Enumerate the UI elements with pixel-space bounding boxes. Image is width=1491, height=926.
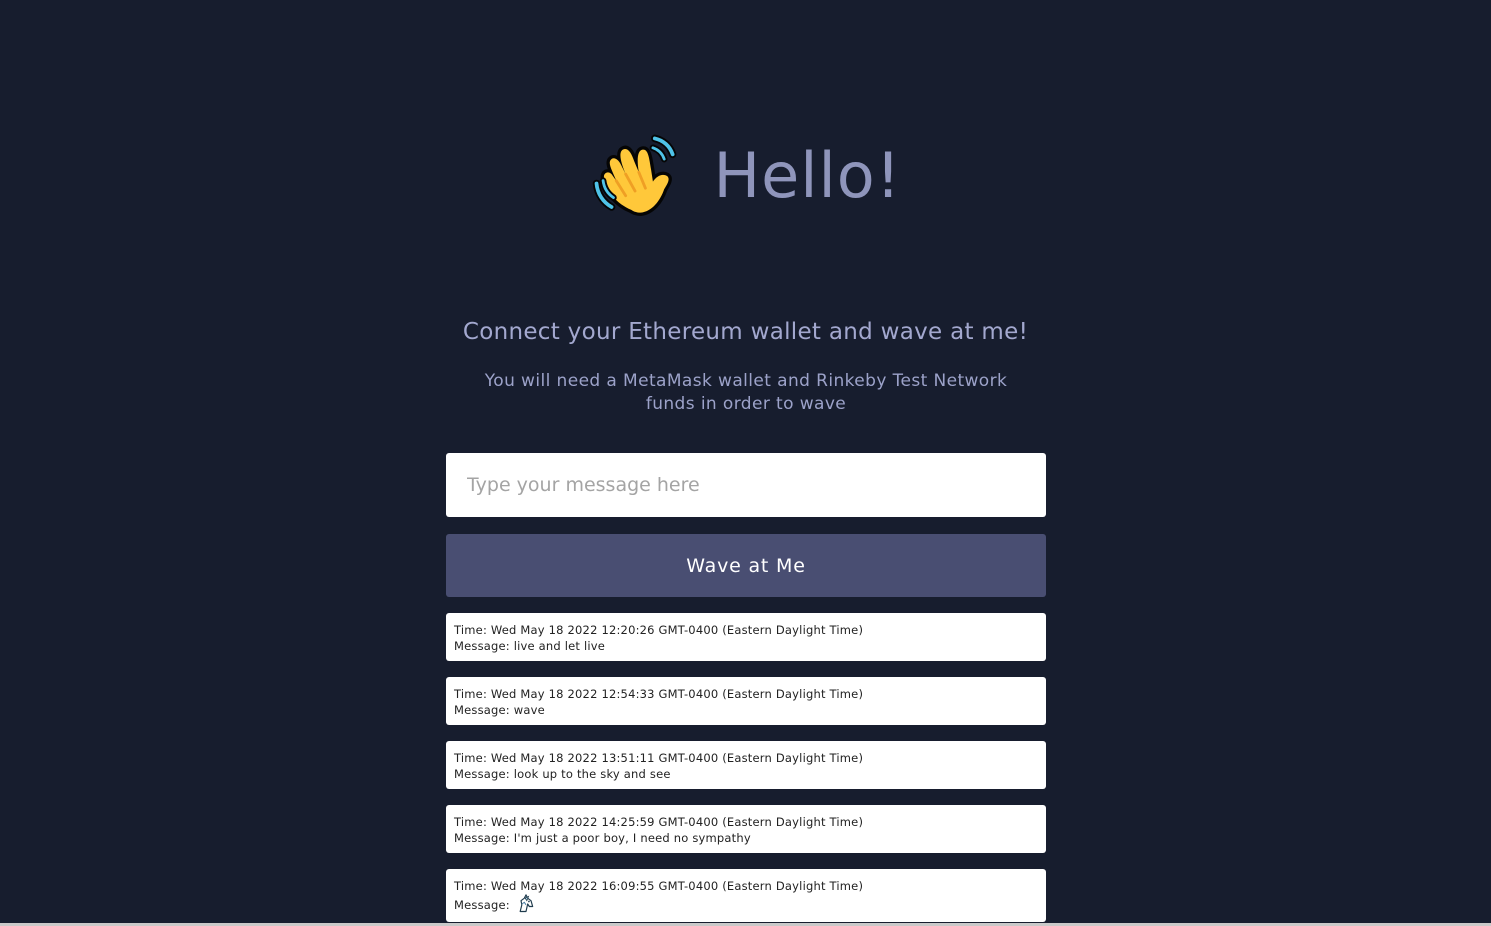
wave-card: Time: Wed May 18 2022 12:20:26 GMT-0400 …: [446, 613, 1046, 661]
wave-time: Time: Wed May 18 2022 12:20:26 GMT-0400 …: [454, 623, 864, 637]
waving-hand-icon: [593, 134, 677, 216]
wave-portal-page: Hello! Connect your Ethereum wallet and …: [0, 0, 1491, 926]
wave-message: Message: wave: [454, 703, 545, 717]
wave-message-row: Message:: [454, 894, 1038, 914]
wave-card: Time: Wed May 18 2022 12:54:33 GMT-0400 …: [446, 677, 1046, 725]
connect-wallet-heading: Connect your Ethereum wallet and wave at…: [462, 319, 1029, 345]
page-title: Hello!: [713, 139, 902, 212]
wave-time: Time: Wed May 18 2022 14:25:59 GMT-0400 …: [454, 815, 864, 829]
wave-time: Time: Wed May 18 2022 13:51:11 GMT-0400 …: [454, 751, 864, 765]
wave-message: Message: I'm just a poor boy, I need no …: [454, 831, 751, 845]
wave-list: Time: Wed May 18 2022 12:20:26 GMT-0400 …: [446, 613, 1046, 926]
wave-message: Message:: [454, 898, 510, 912]
wave-message: Message: live and let live: [454, 639, 606, 653]
message-input[interactable]: [446, 453, 1046, 517]
wave-time: Time: Wed May 18 2022 12:54:33 GMT-0400 …: [454, 687, 864, 701]
wave-card: Time: Wed May 18 2022 16:09:55 GMT-0400 …: [446, 869, 1046, 922]
metamask-instructions: You will need a MetaMask wallet and Rink…: [484, 371, 1008, 414]
wave-time: Time: Wed May 18 2022 16:09:55 GMT-0400 …: [454, 879, 864, 893]
wave-card: Time: Wed May 18 2022 13:51:11 GMT-0400 …: [446, 741, 1046, 789]
hero-header: Hello!: [0, 128, 1491, 224]
unicorn-icon: [519, 894, 533, 913]
wave-message: Message: look up to the sky and see: [454, 767, 671, 781]
wave-at-me-button[interactable]: Wave at Me: [446, 534, 1046, 597]
wave-card: Time: Wed May 18 2022 14:25:59 GMT-0400 …: [446, 805, 1046, 853]
